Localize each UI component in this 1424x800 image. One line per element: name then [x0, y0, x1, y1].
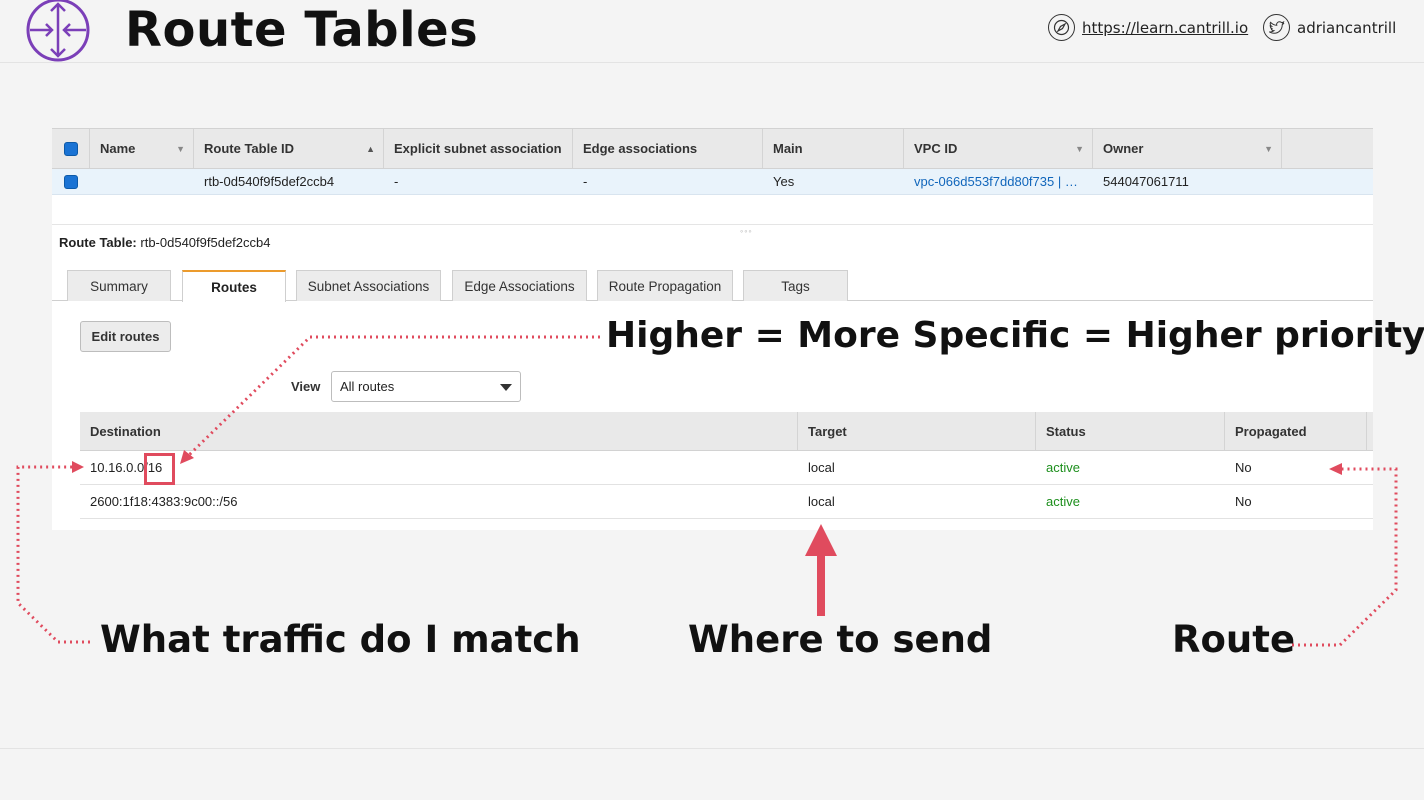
annotation-priority: Higher = More Specific = Higher priority	[606, 315, 1424, 356]
annotation-send: Where to send	[688, 618, 993, 661]
twitter-icon	[1263, 14, 1290, 41]
prefix-highlight-box	[144, 453, 175, 485]
col-destination[interactable]: Destination	[80, 412, 798, 450]
table-row[interactable]: 10.16.0.0/16 local active No	[80, 451, 1373, 485]
col-propagated[interactable]: Propagated	[1225, 412, 1367, 450]
route-table-label-key: Route Table:	[59, 235, 137, 250]
view-select[interactable]: All routes	[331, 371, 521, 402]
cell-owner: 544047061711	[1103, 174, 1189, 189]
col-owner[interactable]: Owner ▼	[1093, 129, 1282, 168]
cell-vpc-link[interactable]: vpc-066d553f7dd80f735 | …	[904, 169, 1093, 194]
tab-route-propagation[interactable]: Route Propagation	[597, 270, 733, 301]
sort-down-icon: ▼	[1075, 143, 1084, 154]
tab-routes[interactable]: Routes	[182, 270, 286, 302]
col-name[interactable]: Name ▼	[90, 129, 194, 168]
pane-divider[interactable]	[52, 224, 1373, 225]
cell-edge-assoc: -	[583, 174, 588, 189]
slide-footer	[0, 748, 1424, 800]
cell-status: active	[1046, 460, 1080, 475]
row-checkbox[interactable]	[52, 169, 90, 194]
compass-icon	[1048, 14, 1075, 41]
twitter-link[interactable]: adriancantrill	[1263, 14, 1396, 41]
cell-status: active	[1046, 494, 1080, 509]
slide-header: Route Tables https://learn.cantrill.io a…	[0, 0, 1424, 63]
cell-route-table-id: rtb-0d540f9f5def2ccb4	[204, 174, 335, 189]
col-route-table-id[interactable]: Route Table ID ▲	[194, 129, 384, 168]
resize-handle[interactable]: ◦◦◦	[740, 226, 753, 236]
col-target[interactable]: Target	[798, 412, 1036, 450]
sort-up-icon: ▲	[366, 143, 375, 154]
annotation-route: Route	[1172, 618, 1296, 661]
cell-destination: 2600:1f18:4383:9c00::/56	[90, 494, 238, 509]
col-main[interactable]: Main	[763, 129, 904, 168]
table-row[interactable]: 2600:1f18:4383:9c00::/56 local active No	[80, 485, 1373, 519]
route-table-grid-header: Name ▼ Route Table ID ▲ Explicit subnet as…	[52, 128, 1373, 169]
cell-propagated: No	[1235, 460, 1252, 475]
send-arrow-shaft	[817, 554, 825, 616]
routes-table-header: Destination Target Status Propagated	[80, 412, 1373, 451]
tab-summary[interactable]: Summary	[67, 270, 171, 301]
detail-tabs: Summary Routes Subnet Associations Edge …	[52, 270, 1373, 302]
sort-down-icon: ▼	[1264, 143, 1273, 154]
cell-propagated: No	[1235, 494, 1252, 509]
sort-down-icon: ▼	[176, 143, 185, 154]
select-all-checkbox[interactable]	[52, 129, 90, 168]
col-status[interactable]: Status	[1036, 412, 1225, 450]
route-table-label: Route Table: rtb-0d540f9f5def2ccb4	[59, 235, 271, 250]
view-label: View	[291, 379, 321, 394]
edit-routes-button[interactable]: Edit routes	[80, 321, 171, 352]
cell-name	[90, 169, 194, 194]
view-select-value: All routes	[340, 379, 395, 394]
twitter-handle[interactable]: adriancantrill	[1297, 19, 1396, 37]
col-vpc-id[interactable]: VPC ID ▼	[904, 129, 1093, 168]
tab-tags[interactable]: Tags	[743, 270, 848, 301]
route-table-label-value: rtb-0d540f9f5def2ccb4	[140, 235, 271, 250]
site-link-text[interactable]: https://learn.cantrill.io	[1082, 19, 1248, 37]
cell-main: Yes	[773, 174, 795, 189]
table-row[interactable]: rtb-0d540f9f5def2ccb4 - - Yes vpc-066d55…	[52, 169, 1373, 195]
router-icon	[26, 0, 90, 62]
page-title: Route Tables	[125, 2, 479, 58]
col-explicit-subnet[interactable]: Explicit subnet association	[384, 129, 573, 168]
cell-target: local	[808, 494, 835, 509]
cell-explicit-subnet: -	[394, 174, 399, 189]
tab-subnet-associations[interactable]: Subnet Associations	[296, 270, 441, 301]
tab-edge-associations[interactable]: Edge Associations	[452, 270, 587, 301]
caret-down-icon	[500, 384, 512, 391]
cell-target: local	[808, 460, 835, 475]
col-edge-associations[interactable]: Edge associations	[573, 129, 763, 168]
cell-destination: 10.16.0.0/16	[90, 460, 163, 475]
annotation-match: What traffic do I match	[100, 618, 581, 661]
site-link[interactable]: https://learn.cantrill.io	[1048, 14, 1248, 41]
